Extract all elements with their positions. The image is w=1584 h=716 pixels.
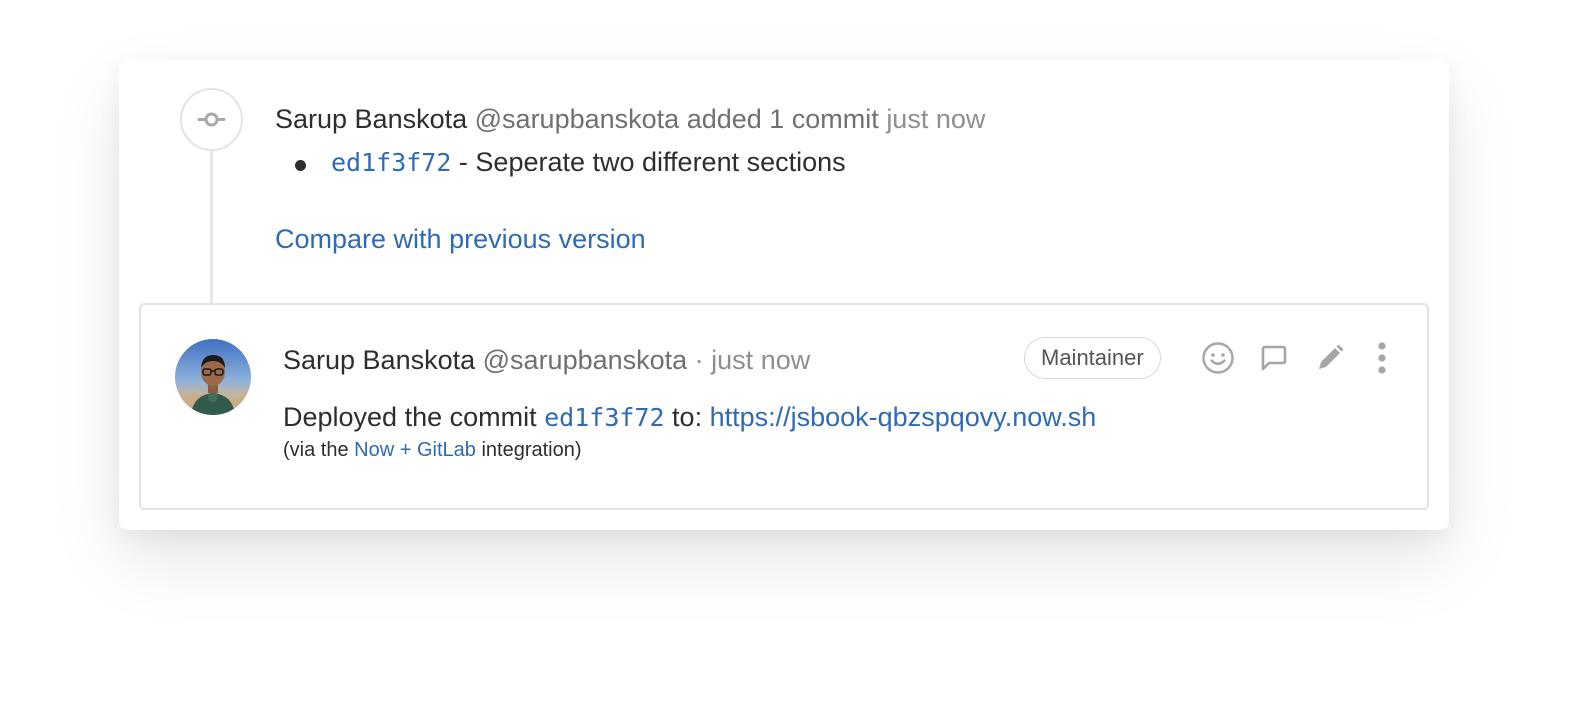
ellipsis-vertical-icon — [1378, 342, 1386, 374]
role-badge: Maintainer — [1024, 337, 1161, 379]
pencil-icon — [1319, 344, 1344, 369]
author-handle[interactable]: @sarupbanskota — [483, 345, 688, 375]
reply-button[interactable] — [1257, 341, 1291, 375]
more-actions-button[interactable] — [1365, 341, 1399, 375]
timestamp[interactable]: just now — [886, 104, 985, 134]
comment-icon — [1261, 345, 1287, 371]
author-name[interactable]: Sarup Banskota — [275, 104, 467, 134]
smiley-icon — [1202, 342, 1234, 374]
note-sub-prefix: (via the — [283, 439, 355, 461]
author-handle[interactable]: @sarupbanskota — [475, 104, 680, 134]
note-body-middle: to: — [664, 402, 710, 432]
system-note-header: Sarup Banskota @sarupbanskota added 1 co… — [275, 104, 985, 135]
note: Sarup Banskota @sarupbanskota · just now… — [139, 303, 1429, 510]
timeline-line — [210, 150, 213, 304]
compare-versions-link[interactable]: Compare with previous version — [275, 224, 646, 255]
bullet — [295, 160, 306, 171]
commit-sha-link[interactable]: ed1f3f72 — [331, 148, 451, 177]
note-sub-suffix: integration) — [475, 439, 582, 461]
note-header: Sarup Banskota @sarupbanskota · just now — [283, 345, 810, 376]
commit-message: Seperate two different sections — [475, 147, 846, 177]
note-integration-text: (via the Now + GitLab integration) — [283, 439, 582, 462]
avatar[interactable] — [175, 339, 251, 415]
author-name[interactable]: Sarup Banskota — [283, 345, 475, 375]
integration-link[interactable]: Now + GitLab — [354, 439, 476, 461]
note-body-prefix: Deployed the commit — [283, 402, 545, 432]
commit-separator: - — [451, 147, 476, 177]
timestamp[interactable]: just now — [711, 345, 810, 375]
system-note-action: added 1 commit — [686, 104, 879, 134]
edit-button[interactable] — [1313, 341, 1347, 375]
activity-card: Sarup Banskota @sarupbanskota added 1 co… — [119, 60, 1449, 530]
note-body: Deployed the commit ed1f3f72 to: https:/… — [283, 402, 1096, 433]
commit-icon — [180, 88, 243, 151]
commit-sha-link[interactable]: ed1f3f72 — [544, 403, 664, 432]
award-emoji-button[interactable] — [1201, 341, 1235, 375]
deployment-url-link[interactable]: https://jsbook-qbzspqovy.now.sh — [710, 402, 1097, 432]
separator-dot: · — [687, 345, 712, 375]
